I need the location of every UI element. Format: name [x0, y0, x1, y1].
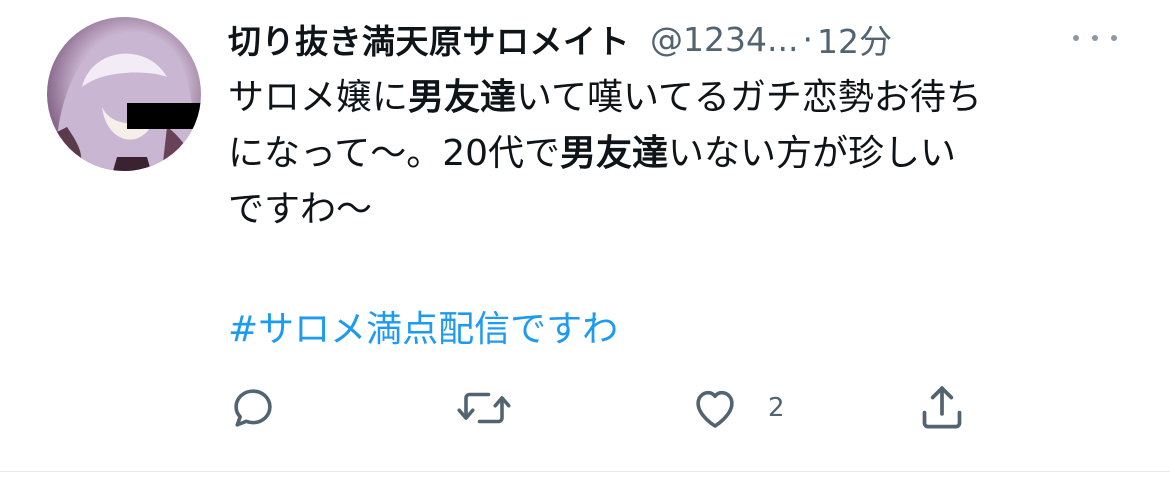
text-segment: いて嘆いてるガチ恋勢お待ち: [516, 77, 982, 118]
more-dots-icon: [1073, 35, 1079, 41]
text-segment: サロメ嬢に: [228, 77, 409, 118]
share-button[interactable]: [914, 380, 970, 436]
hashtag-link[interactable]: #サロメ満点配信ですわ: [228, 302, 618, 358]
tweet-text-line: になって〜。20代で男友達いない方が珍しい: [228, 126, 1128, 182]
retweet-button[interactable]: [454, 380, 514, 436]
tweet-text: サロメ嬢に男友達いて嘆いてるガチ恋勢お待ち になって〜。20代で男友達いない方が…: [228, 70, 1128, 238]
avatar[interactable]: [47, 17, 201, 171]
highlighted-keyword: 男友達: [408, 77, 517, 118]
display-name[interactable]: 切り抜き満天原サロメイト: [228, 15, 630, 63]
avatar-illustration: [47, 31, 201, 171]
more-dots-icon: [1092, 35, 1098, 41]
timestamp[interactable]: 12分: [817, 15, 892, 63]
action-bar: 2: [0, 380, 1170, 440]
heart-icon: [696, 390, 734, 428]
divider: [0, 471, 1170, 472]
tweet-text-line: サロメ嬢に男友達いて嘆いてるガチ恋勢お待ち: [228, 70, 1128, 126]
more-dots-icon: [1111, 35, 1117, 41]
tweet-header: 切り抜き満天原サロメイト @1234... · 12分: [228, 14, 892, 64]
text-segment: になって〜。20代で: [228, 133, 561, 174]
reply-icon: [234, 389, 272, 427]
highlighted-keyword: 男友達: [560, 133, 669, 174]
censor-bar: [127, 103, 201, 129]
text-segment: ですわ〜: [228, 189, 373, 230]
text-segment: いない方が珍しい: [668, 133, 957, 174]
separator-dot: ·: [802, 19, 813, 59]
like-button[interactable]: 2: [688, 380, 785, 436]
retweet-icon: [457, 392, 511, 424]
tweet-text-line: ですわ〜: [228, 182, 1128, 238]
more-button[interactable]: [1073, 28, 1117, 48]
user-handle[interactable]: @1234...: [650, 20, 798, 59]
share-icon: [922, 386, 962, 429]
reply-button[interactable]: [226, 380, 280, 436]
like-count: 2: [768, 393, 785, 423]
tweet-card[interactable]: 切り抜き満天原サロメイト @1234... · 12分 サロメ嬢に男友達いて嘆い…: [0, 0, 1170, 484]
